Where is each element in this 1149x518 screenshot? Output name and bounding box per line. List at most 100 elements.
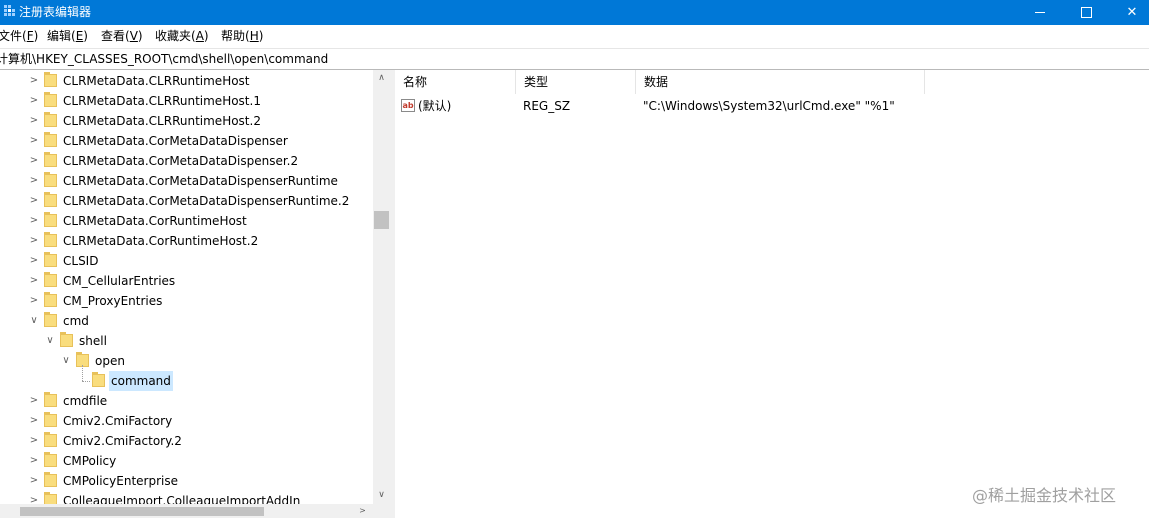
chevron-right-icon[interactable]: > (28, 131, 40, 151)
tree-item-clrmetadata-cormetadatadispenser-2[interactable]: > CLRMetaData.CorMetaDataDispenser.2 (0, 151, 373, 171)
folder-icon (44, 72, 57, 87)
menu-file-label: 文件( (0, 29, 27, 43)
tree-item-label: CLRMetaData.CLRRuntimeHost (63, 74, 250, 88)
close-button[interactable]: ✕ (1109, 0, 1149, 25)
minimize-button[interactable] (1017, 0, 1063, 25)
tree-item-label: cmdfile (63, 394, 108, 408)
column-header-data[interactable]: 数据 (636, 70, 925, 94)
menu-favorites[interactable]: 收藏夹(A) (155, 28, 209, 44)
tree-item-clrmetadata-clrruntimehost-1[interactable]: > CLRMetaData.CLRRuntimeHost.1 (0, 91, 373, 111)
tree-item-label: cmd (63, 314, 89, 328)
tree-item-open[interactable]: ∨ open (0, 351, 373, 371)
tree-item-label: Cmiv2.CmiFactory.2 (63, 434, 182, 448)
tree-item-label: CMPolicyEnterprise (63, 474, 178, 488)
folder-icon (44, 432, 57, 447)
address-bar[interactable]: 计算机\HKEY_CLASSES_ROOT\cmd\shell\open\com… (0, 48, 1149, 70)
tree-vertical-scrollbar[interactable]: ∧ ∨ (373, 70, 390, 504)
tree-item-shell[interactable]: ∨ shell (0, 331, 373, 351)
tree-item-clrmetadata-corruntimehost-2[interactable]: > CLRMetaData.CorRuntimeHost.2 (0, 231, 373, 251)
tree-item-cmiv2-cmifactory-2[interactable]: > Cmiv2.CmiFactory.2 (0, 431, 373, 451)
title-bar[interactable]: 注册表编辑器 ✕ (0, 0, 1149, 25)
chevron-right-icon[interactable]: > (28, 171, 40, 191)
menu-bar: 文件(F) 编辑(E) 查看(V) 收藏夹(A) 帮助(H) (0, 25, 1149, 47)
chevron-right-icon[interactable]: > (28, 451, 40, 471)
folder-icon (44, 452, 57, 467)
column-header-name[interactable]: 名称 (395, 70, 516, 94)
chevron-right-icon[interactable]: > (28, 191, 40, 211)
chevron-right-icon[interactable]: > (28, 231, 40, 251)
chevron-down-icon[interactable]: ∨ (60, 351, 72, 371)
scrollbar-corner (373, 504, 390, 518)
chevron-down-icon[interactable]: ∨ (28, 311, 40, 331)
tree-item-clrmetadata-cormetadatadispenserruntime-2[interactable]: > CLRMetaData.CorMetaDataDispenserRuntime… (0, 191, 373, 211)
menu-view-accesskey: V (129, 29, 138, 43)
chevron-right-icon[interactable]: > (28, 111, 40, 131)
tree-item-clrmetadata-clrruntimehost-2[interactable]: > CLRMetaData.CLRRuntimeHost.2 (0, 111, 373, 131)
scroll-down-arrow-icon[interactable]: ∨ (373, 487, 390, 504)
menu-help-label: 帮助( (221, 29, 250, 43)
chevron-right-icon[interactable]: > (28, 91, 40, 111)
menu-file-paren: ) (33, 29, 39, 43)
menu-help[interactable]: 帮助(H) (221, 28, 263, 44)
chevron-right-icon[interactable]: > (28, 71, 40, 91)
tree-item-cmiv2-cmifactory[interactable]: > Cmiv2.CmiFactory (0, 411, 373, 431)
value-type: REG_SZ (523, 99, 571, 113)
value-name: (默认) (418, 99, 452, 113)
chevron-right-icon[interactable]: > (28, 471, 40, 491)
folder-icon (44, 212, 57, 227)
chevron-right-icon[interactable]: > (28, 391, 40, 411)
folder-icon (44, 252, 57, 267)
tree-item-cm-proxyentries[interactable]: > CM_ProxyEntries (0, 291, 373, 311)
folder-icon (44, 312, 57, 327)
tree-item-cmpolicy[interactable]: > CMPolicy (0, 451, 373, 471)
tree-item-label: CLRMetaData.CorRuntimeHost (63, 214, 247, 228)
chevron-right-icon[interactable]: > (28, 251, 40, 271)
column-header-type[interactable]: 类型 (516, 70, 636, 94)
menu-help-paren: ) (258, 29, 264, 43)
chevron-down-icon[interactable]: ∨ (44, 331, 56, 351)
menu-help-accesskey: H (249, 29, 259, 43)
menu-file[interactable]: 文件(F) (0, 28, 38, 44)
menu-edit[interactable]: 编辑(E) (47, 28, 88, 44)
tree-item-label: Cmiv2.CmiFactory (63, 414, 173, 428)
window-title: 注册表编辑器 (19, 5, 92, 19)
chevron-right-icon[interactable]: > (28, 151, 40, 171)
values-list[interactable]: 名称 类型 数据 ab (默认) REG_SZ "C:\Windows\Syst… (395, 70, 1149, 518)
tree-item-label: CLRMetaData.CLRRuntimeHost.2 (63, 114, 261, 128)
tree-item-cmd[interactable]: ∨ cmd (0, 311, 373, 331)
tree-item-cmdfile[interactable]: > cmdfile (0, 391, 373, 411)
scroll-right-arrow-icon[interactable]: > (354, 504, 371, 518)
chevron-right-icon[interactable]: > (28, 271, 40, 291)
maximize-button[interactable] (1063, 0, 1109, 25)
folder-icon (44, 172, 57, 187)
tree-guide-line (82, 365, 83, 381)
tree-item-clrmetadata-corruntimehost[interactable]: > CLRMetaData.CorRuntimeHost (0, 211, 373, 231)
tree-item-label: CLRMetaData.CorMetaDataDispenserRuntime (63, 174, 338, 188)
key-tree[interactable]: > CLRMetaData.CLRRuntimeHost > CLRMetaData.… (0, 70, 390, 518)
address-path[interactable]: 计算机\HKEY_CLASSES_ROOT\cmd\shell\open\com… (0, 51, 328, 67)
tree-horizontal-scrollbar[interactable]: > (0, 504, 373, 518)
chevron-right-icon[interactable]: > (28, 411, 40, 431)
value-row[interactable]: ab (默认) REG_SZ "C:\Windows\System32\urlC… (395, 95, 1149, 117)
menu-view-label: 查看( (101, 29, 130, 43)
tree-item-cm-cellularentries[interactable]: > CM_CellularEntries (0, 271, 373, 291)
tree-scroll-thumb[interactable] (374, 211, 389, 229)
folder-icon (44, 112, 57, 127)
tree-item-clrmetadata-clrruntimehost[interactable]: > CLRMetaData.CLRRuntimeHost (0, 71, 373, 91)
tree-item-clrmetadata-cormetadatadispenser[interactable]: > CLRMetaData.CorMetaDataDispenser (0, 131, 373, 151)
string-value-icon: ab (401, 99, 415, 112)
chevron-right-icon[interactable]: > (28, 291, 40, 311)
menu-view-paren: ) (137, 29, 143, 43)
tree-item-command[interactable]: command (0, 365, 373, 391)
tree-hscroll-thumb[interactable] (20, 507, 264, 516)
chevron-right-icon[interactable]: > (28, 431, 40, 451)
tree-item-clsid[interactable]: > CLSID (0, 251, 373, 271)
menu-view[interactable]: 查看(V) (101, 28, 143, 44)
maximize-icon (1080, 7, 1092, 18)
tree-item-label: CM_CellularEntries (63, 274, 176, 288)
tree-item-label: CLRMetaData.CorMetaDataDispenser.2 (63, 154, 299, 168)
scroll-up-arrow-icon[interactable]: ∧ (373, 70, 390, 87)
tree-item-clrmetadata-cormetadatadispenserruntime[interactable]: > CLRMetaData.CorMetaDataDispenserRuntime (0, 171, 373, 191)
chevron-right-icon[interactable]: > (28, 211, 40, 231)
tree-item-cmpolicyenterprise[interactable]: > CMPolicyEnterprise (0, 471, 373, 491)
